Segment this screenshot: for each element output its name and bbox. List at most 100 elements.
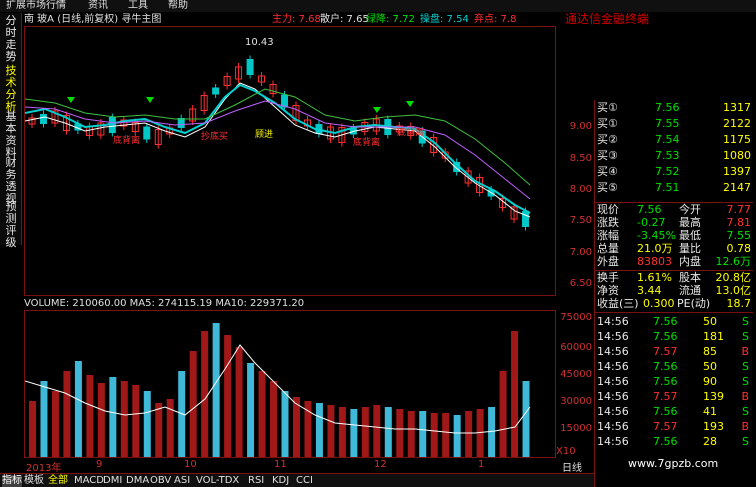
price-tick: 9.00 (569, 121, 592, 132)
watermark: www.7gpzb.com (628, 457, 719, 470)
tab-finance[interactable]: 财务透视 (2, 157, 20, 205)
change-value: -0.27 (637, 216, 666, 229)
left-tab-bar: 分时走势 技术分析 基本资料 财务透视 预测评级 (0, 13, 22, 249)
volume-chart[interactable] (24, 310, 556, 458)
tick-price: 7.56 (653, 360, 678, 373)
volume-bar (143, 391, 151, 457)
tick-volume: 139 (703, 390, 724, 403)
tick-row: 14:56 7.56 50 S (595, 316, 753, 328)
order-price: 7.51 (655, 181, 680, 194)
tab-rsi[interactable]: RSI (248, 475, 264, 487)
order-price: 7.56 (655, 101, 680, 114)
tab-vol-tdx[interactable]: VOL-TDX (196, 475, 239, 487)
tab-fundamentals[interactable]: 基本资料 (2, 111, 20, 159)
eps-label: 收益(三) (597, 297, 639, 310)
order-price: 7.52 (655, 165, 680, 178)
volume-bar (396, 409, 404, 457)
tab-dmi[interactable]: DMI (103, 475, 122, 487)
buy-arrow-icon (373, 107, 381, 113)
operate-value: 操盘: 7.54 (420, 14, 469, 25)
candle-body (522, 211, 530, 227)
brand-title: 通达信金融终端 (565, 12, 650, 26)
tick-volume: 50 (703, 360, 717, 373)
now-value: 7.56 (637, 203, 662, 216)
quote-row-change: 涨跌 -0.27 最高 7.81 (595, 217, 753, 229)
price-tick: 7.00 (569, 247, 592, 258)
candle-body (212, 87, 220, 95)
tab-asi[interactable]: ASI (174, 475, 190, 487)
menu-item-help[interactable]: 帮助 (168, 0, 188, 12)
tab-technical[interactable]: 技术分析 (2, 65, 20, 113)
volume-bar (430, 413, 438, 457)
indicator-tab-bar: 指标 模板 全部 MACD DMI DMA OBV ASI VOL-TDX RS… (0, 473, 594, 487)
price-tick: 6.50 (569, 278, 592, 289)
escape-value: 弃点: 7.8 (474, 14, 517, 25)
tab-dma[interactable]: DMA (126, 475, 149, 487)
tab-intraday[interactable]: 分时走势 (2, 15, 20, 63)
candlestick-svg: 10.43 底背离 抄底买 顾进 底背离 底背离 (24, 37, 531, 231)
menu-item-market[interactable]: 扩展市场行情 (6, 0, 66, 12)
volume-bar (212, 323, 220, 457)
tick-flag: B (741, 345, 749, 358)
order-volume: 1175 (723, 133, 751, 146)
buy-arrow-icon (146, 97, 154, 103)
volume-bar (201, 331, 209, 457)
order-book-row: 买⑤ 7.51 2147 (595, 182, 753, 194)
inner-value: 12.6万 (715, 255, 752, 268)
volume-bar (292, 397, 300, 457)
price-axis: 9.00 8.50 8.00 7.50 7.00 6.50 (556, 26, 594, 296)
total-value: 21.0万 (637, 242, 673, 255)
turnover-label: 换手 (597, 271, 619, 284)
order-price: 7.54 (655, 133, 680, 146)
order-book-row: 买③ 7.53 1080 (595, 150, 753, 162)
ma-line-white (24, 82, 531, 218)
tick-flag: S (742, 435, 749, 448)
candle-body (39, 114, 47, 124)
tick-time: 14:56 (597, 345, 629, 358)
tab-cci[interactable]: CCI (296, 475, 313, 487)
tab-obv[interactable]: OBV (150, 475, 171, 487)
stats-row-netasset: 净资 3.44 流通 13.0亿 (595, 285, 753, 297)
low-value: 7.55 (726, 229, 752, 242)
quote-row-outer-inner: 外盘 83803 内盘 12.6万 (595, 256, 753, 268)
volume-bar (327, 405, 335, 457)
tick-row: 14:56 7.56 181 S (595, 331, 753, 343)
stats-row-eps: 收益(三) 0.300 PE(动) 18.7 (595, 298, 753, 310)
tick-volume: 85 (703, 345, 717, 358)
candlestick-chart[interactable]: 10.43 底背离 抄底买 顾进 底背离 底背离 (24, 26, 556, 296)
tick-row: 14:56 7.56 90 S (595, 376, 753, 388)
order-level-label: 买① (597, 117, 618, 130)
tick-price: 7.57 (653, 390, 678, 403)
tab-indicator[interactable]: 指标 (2, 475, 22, 487)
tab-kdj[interactable]: KDJ (272, 475, 289, 487)
volume-unit: X10 (556, 446, 576, 457)
date-tick: 10 (184, 459, 197, 470)
volume-bar (338, 407, 346, 457)
tab-all[interactable]: 全部 (48, 475, 68, 487)
tab-template[interactable]: 模板 (24, 475, 44, 487)
tick-flag: S (742, 405, 749, 418)
tab-forecast[interactable]: 预测评级 (2, 201, 20, 249)
netasset-value: 3.44 (637, 284, 662, 297)
tab-macd[interactable]: MACD (74, 475, 104, 487)
volume-bar (235, 347, 243, 457)
menu-item-tools[interactable]: 工具 (128, 0, 148, 12)
ma-line-purple (24, 100, 531, 200)
order-level-label: 买④ (597, 165, 618, 178)
candle-body (177, 118, 185, 128)
period-label[interactable]: 日线 (562, 459, 582, 474)
volume-bar (97, 383, 105, 457)
tick-volume: 193 (703, 420, 724, 433)
tick-row: 14:56 7.57 193 B (595, 421, 753, 433)
tick-flag: S (742, 360, 749, 373)
menu-item-news[interactable]: 资讯 (88, 0, 108, 12)
stats-row-turnover: 换手 1.61% 股本 20.8亿 (595, 272, 753, 284)
tick-row: 14:56 7.56 50 S (595, 361, 753, 373)
candle-body (143, 126, 151, 140)
volume-tick: 45000 (560, 369, 592, 380)
float-label: 流通 (679, 284, 701, 297)
tick-price: 7.56 (653, 315, 678, 328)
volume-bar (51, 391, 59, 457)
green-line-value: 绿降: 7.72 (366, 14, 415, 25)
volume-bar (120, 381, 128, 457)
